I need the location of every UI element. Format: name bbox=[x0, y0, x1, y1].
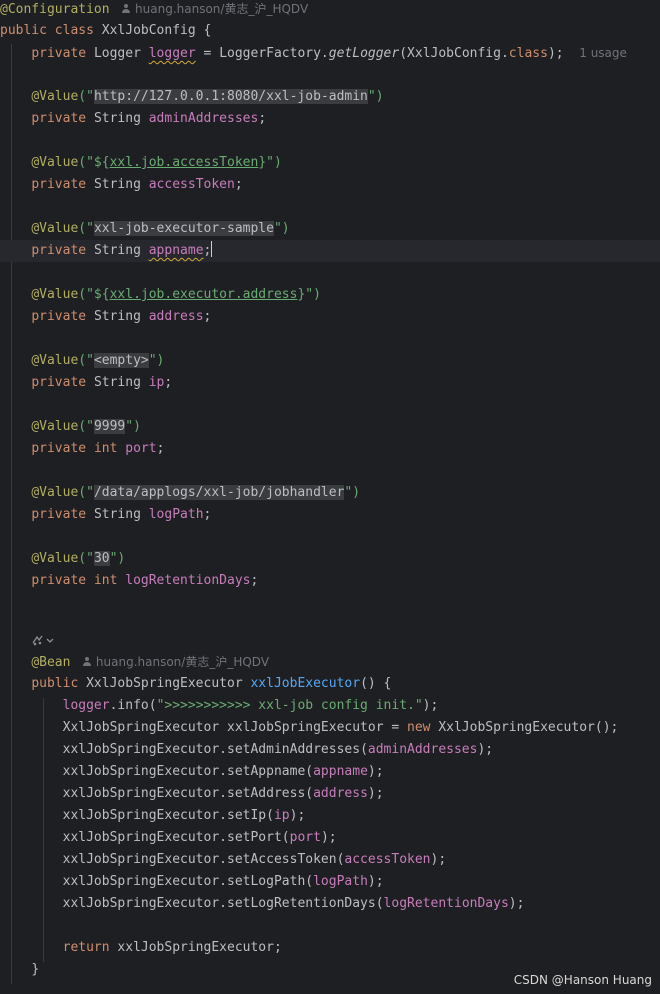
field-name: address bbox=[148, 309, 204, 324]
field-name: accessToken bbox=[148, 177, 235, 192]
code-line-setter-call[interactable]: xxlJobSpringExecutor.setAddress(address)… bbox=[0, 783, 660, 805]
field-name: port bbox=[125, 441, 157, 456]
logger-field: logger bbox=[148, 46, 196, 61]
code-line-field-declaration[interactable]: private String accessToken; bbox=[0, 174, 660, 196]
code-line-setter-call[interactable]: xxlJobSpringExecutor.setLogPath(logPath)… bbox=[0, 871, 660, 893]
author-hint[interactable]: huang.hanson/黄志_沪_HQDV bbox=[82, 655, 269, 669]
code-line-field-declaration[interactable]: private String logPath; bbox=[0, 504, 660, 526]
text-caret bbox=[211, 241, 213, 257]
class-name: XxlJobConfig bbox=[101, 23, 196, 38]
bean-annotation: @Bean bbox=[31, 655, 71, 670]
code-line-setter-call[interactable]: xxlJobSpringExecutor.setPort(port); bbox=[0, 827, 660, 849]
code-line-return[interactable]: return xxlJobSpringExecutor; bbox=[0, 937, 660, 959]
code-line-value-annotation[interactable]: @Value("9999") bbox=[0, 416, 660, 438]
code-line-current[interactable]: private String appname; bbox=[0, 240, 660, 262]
code-editor[interactable]: @Configuration huang.hanson/黄志_沪_HQDV pu… bbox=[0, 0, 660, 994]
value-string: <empty> bbox=[93, 353, 149, 368]
code-line-logger-info[interactable]: logger.info(">>>>>>>>>>> xxl-job config … bbox=[0, 695, 660, 717]
code-line-setter-call[interactable]: xxlJobSpringExecutor.setAccessToken(acce… bbox=[0, 849, 660, 871]
field-name: appname bbox=[148, 243, 204, 258]
code-line-field-declaration[interactable]: private String ip; bbox=[0, 372, 660, 394]
code-line-value-annotation[interactable]: @Value("${xxl.job.accessToken}") bbox=[0, 152, 660, 174]
code-line-value-annotation[interactable]: @Value("xxl-job-executor-sample") bbox=[0, 218, 660, 240]
code-line-value-annotation[interactable]: @Value("http://127.0.0.1:8080/xxl-job-ad… bbox=[0, 86, 660, 108]
field-name: adminAddresses bbox=[148, 111, 259, 126]
author-icon bbox=[121, 4, 131, 14]
author-icon bbox=[82, 657, 92, 667]
field-name: logPath bbox=[148, 507, 204, 522]
code-line-value-annotation[interactable]: @Value("/data/applogs/xxl-job/jobhandler… bbox=[0, 482, 660, 504]
configuration-annotation: @Configuration bbox=[0, 2, 110, 17]
field-name: ip bbox=[148, 375, 165, 390]
code-line-setter-call[interactable]: xxlJobSpringExecutor.setAppname(appname)… bbox=[0, 761, 660, 783]
watermark: CSDN @Hanson Huang bbox=[513, 973, 652, 987]
value-string: xxl-job-executor-sample bbox=[93, 221, 274, 236]
usage-hint[interactable]: 1 usage bbox=[579, 46, 627, 60]
code-line-logger[interactable]: private Logger logger = LoggerFactory.ge… bbox=[0, 42, 660, 64]
code-line-setter-call[interactable]: xxlJobSpringExecutor.setIp(ip); bbox=[0, 805, 660, 827]
code-line-gutter-icons[interactable] bbox=[0, 630, 660, 652]
code-line-executor-instantiation[interactable]: XxlJobSpringExecutor xxlJobSpringExecuto… bbox=[0, 717, 660, 739]
code-line-field-declaration[interactable]: private int port; bbox=[0, 438, 660, 460]
code-line-value-annotation[interactable]: @Value("${xxl.job.executor.address}") bbox=[0, 284, 660, 306]
code-line-setter-call[interactable]: xxlJobSpringExecutor.setAdminAddresses(a… bbox=[0, 739, 660, 761]
code-line-configuration-annotation[interactable]: @Configuration huang.hanson/黄志_沪_HQDV bbox=[0, 0, 660, 20]
chevron-down-icon[interactable] bbox=[45, 633, 55, 647]
log-message-string: ">>>>>>>>>>> xxl-job config init." bbox=[156, 698, 423, 713]
code-line-class-declaration[interactable]: public class XxlJobConfig { bbox=[0, 20, 660, 42]
value-string: http://127.0.0.1:8080/xxl-job-admin bbox=[93, 89, 368, 104]
code-line-method-signature[interactable]: public XxlJobSpringExecutor xxlJobExecut… bbox=[0, 673, 660, 695]
property-key[interactable]: xxl.job.accessToken bbox=[110, 155, 259, 170]
value-string: /data/applogs/xxl-job/jobhandler bbox=[93, 485, 345, 500]
code-line-value-annotation[interactable]: @Value("<empty>") bbox=[0, 350, 660, 372]
value-string: 9999 bbox=[93, 419, 126, 434]
method-name: xxlJobExecutor bbox=[250, 676, 361, 691]
property-key[interactable]: xxl.job.executor.address bbox=[110, 287, 298, 302]
code-line-value-annotation[interactable]: @Value("30") bbox=[0, 548, 660, 570]
code-line-field-declaration[interactable]: private String adminAddresses; bbox=[0, 108, 660, 130]
author-hint[interactable]: huang.hanson/黄志_沪_HQDV bbox=[121, 2, 308, 16]
code-line-bean-annotation[interactable]: @Bean huang.hanson/黄志_沪_HQDV bbox=[0, 651, 660, 673]
bean-gutter-icon[interactable] bbox=[31, 633, 45, 647]
field-name: logRetentionDays bbox=[125, 573, 251, 588]
value-string: 30 bbox=[93, 551, 110, 566]
code-line-setter-call[interactable]: xxlJobSpringExecutor.setLogRetentionDays… bbox=[0, 893, 660, 915]
code-line-field-declaration[interactable]: private String address; bbox=[0, 306, 660, 328]
code-line-field-declaration[interactable]: private int logRetentionDays; bbox=[0, 570, 660, 592]
